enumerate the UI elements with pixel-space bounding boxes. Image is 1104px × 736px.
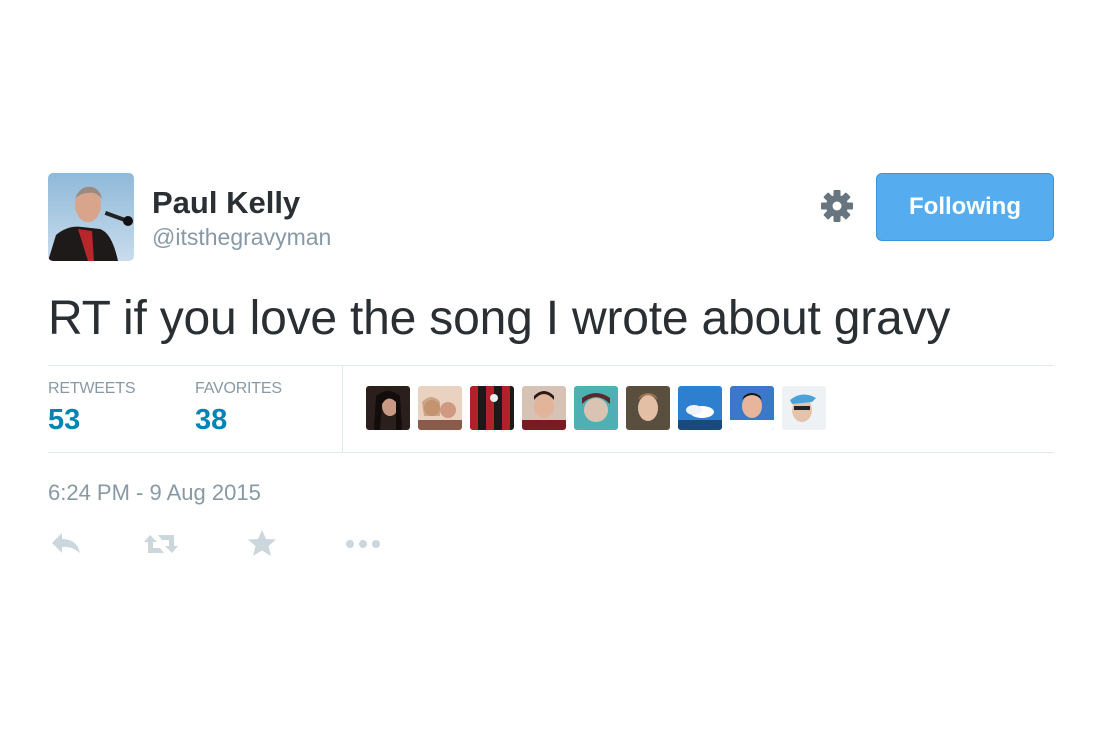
favoriter-avatar[interactable]: [782, 386, 826, 430]
retweets-count: 53: [48, 404, 81, 436]
retweet-icon[interactable]: [142, 531, 180, 562]
tweet-card: Paul Kelly @itsthegravyman Following RT …: [48, 173, 1054, 556]
favoriter-avatar[interactable]: [574, 386, 618, 430]
avatar[interactable]: [48, 173, 134, 261]
retweets-stat[interactable]: RETWEETS 53: [48, 380, 135, 437]
user-name[interactable]: Paul Kelly: [152, 185, 300, 221]
reply-icon[interactable]: [50, 531, 82, 562]
favoriter-avatar[interactable]: [730, 386, 774, 430]
user-handle[interactable]: @itsthegravyman: [152, 224, 331, 251]
tweet-timestamp[interactable]: 6:24 PM - 9 Aug 2015: [48, 480, 261, 506]
favoriter-avatar[interactable]: [470, 386, 514, 430]
favorites-count: 38: [195, 404, 228, 436]
retweets-label: RETWEETS: [48, 380, 136, 397]
favoriter-avatar[interactable]: [522, 386, 566, 430]
favorites-label: FAVORITES: [195, 380, 282, 397]
tweet-header: Paul Kelly @itsthegravyman Following: [48, 173, 1054, 261]
star-icon[interactable]: [247, 529, 277, 562]
favoriter-avatar[interactable]: [678, 386, 722, 430]
gear-icon[interactable]: [818, 187, 856, 225]
favorites-stat[interactable]: FAVORITES 38: [195, 380, 282, 437]
favoriter-avatar[interactable]: [626, 386, 670, 430]
favoriter-avatar[interactable]: [366, 386, 410, 430]
tweet-stats: RETWEETS 53 FAVORITES 38: [48, 365, 1054, 453]
stats-divider: [342, 366, 343, 452]
favoriter-avatar[interactable]: [418, 386, 462, 430]
tweet-text: RT if you love the song I wrote about gr…: [48, 292, 951, 345]
more-icon[interactable]: [345, 537, 381, 555]
following-button[interactable]: Following: [876, 173, 1054, 241]
